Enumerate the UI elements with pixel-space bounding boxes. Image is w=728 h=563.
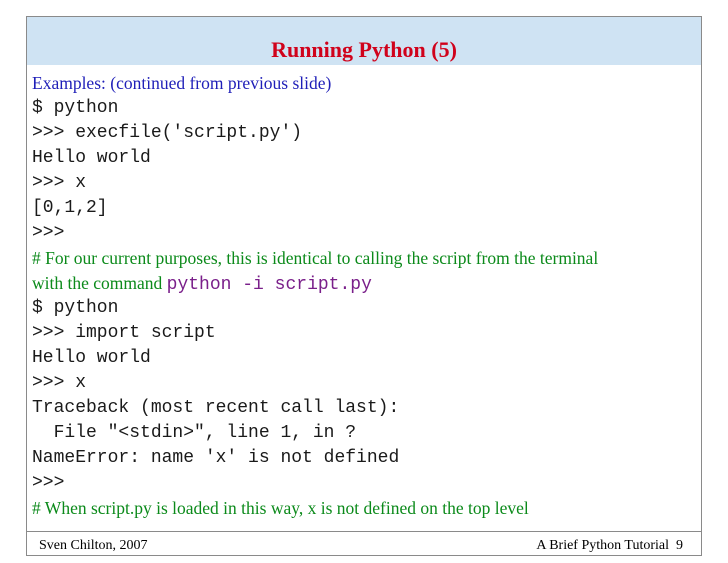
output-line: NameError: name 'x' is not defined bbox=[32, 448, 400, 468]
comment-line: # For our current purposes, this is iden… bbox=[32, 248, 599, 268]
footer-course: A Brief Python Tutorial 9 bbox=[536, 538, 683, 554]
code-line: >>> import script bbox=[32, 323, 216, 343]
output-line: Hello world bbox=[32, 348, 151, 368]
comment-line: with the command python -i script.py bbox=[32, 271, 372, 296]
title-bar: Running Python (5) bbox=[27, 17, 701, 65]
code-line: >>> x bbox=[32, 373, 87, 393]
code-line: >>> execfile('script.py') bbox=[32, 123, 303, 143]
slide-title: Running Python (5) bbox=[271, 37, 457, 62]
footer-course-title: A Brief Python Tutorial bbox=[536, 538, 669, 553]
code-line: $ python bbox=[32, 98, 119, 118]
page-number: 9 bbox=[676, 538, 683, 553]
footer: Sven Chilton, 2007 A Brief Python Tutori… bbox=[27, 531, 701, 557]
comment-line: # When script.py is loaded in this way, … bbox=[32, 498, 529, 518]
footer-divider bbox=[27, 531, 701, 532]
comment-text: with the command bbox=[32, 273, 167, 293]
output-line: [0,1,2] bbox=[32, 198, 108, 218]
code-line: >>> bbox=[32, 473, 65, 493]
output-line: Traceback (most recent call last): bbox=[32, 398, 400, 418]
inline-command: python -i script.py bbox=[166, 275, 372, 295]
intro-line: Examples: (continued from previous slide… bbox=[32, 73, 332, 93]
output-line: File "<stdin>", line 1, in ? bbox=[32, 423, 357, 443]
code-line: >>> bbox=[32, 223, 65, 243]
code-line: >>> x bbox=[32, 173, 87, 193]
slide: Running Python (5) Examples: (continued … bbox=[26, 16, 702, 556]
output-line: Hello world bbox=[32, 148, 151, 168]
code-line: $ python bbox=[32, 298, 119, 318]
footer-author: Sven Chilton, 2007 bbox=[39, 538, 148, 553]
